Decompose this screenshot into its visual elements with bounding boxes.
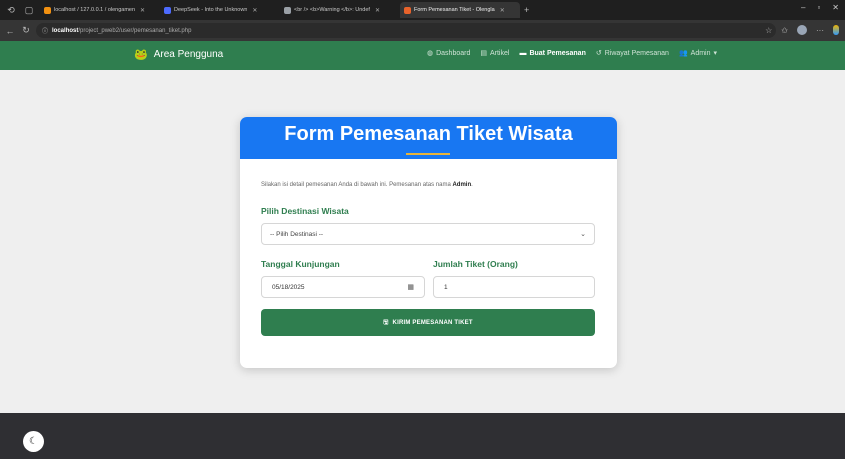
url-host: localhost	[52, 27, 79, 34]
booking-form-card: Form Pemesanan Tiket Wisata Silakan isi …	[240, 117, 617, 368]
submit-label: KIRIM PEMESANAN TIKET	[392, 319, 473, 326]
brand-label: Area Pengguna	[153, 49, 224, 60]
browser-tab[interactable]: Form Pemesanan Tiket - Olengla ✕	[400, 2, 520, 18]
maximize-icon[interactable]: ▫	[817, 3, 820, 12]
ticket-icon: ▬	[519, 49, 527, 57]
site-navbar: 🐸 Area Pengguna ◍ Dashboard ▤ Artikel ▬ Buat …	[0, 41, 845, 70]
favorites-icon[interactable]: ✩	[781, 26, 788, 35]
browser-menu-icon[interactable]: ⟲	[4, 3, 18, 17]
tab-overview-icon[interactable]: ▢	[22, 3, 36, 17]
calendar-icon[interactable]: ▦	[407, 283, 414, 291]
visit-date-input[interactable]: 05/18/2025 ▦	[261, 276, 425, 298]
intro-suffix: .	[471, 182, 473, 188]
gauge-icon: ◍	[427, 50, 434, 57]
save-icon: 🖫	[383, 319, 389, 326]
nav-item-admin[interactable]: 👥 Admin ▾	[678, 49, 718, 58]
browser-tab[interactable]: <br /> <b>Warning </b>: Undef ✕	[280, 2, 400, 18]
destination-label: Pilih Destinasi Wisata	[261, 206, 349, 216]
date-label: Tanggal Kunjungan	[261, 259, 340, 269]
nav-item-riwayat-pemesanan[interactable]: ↺ Riwayat Pemesanan	[595, 49, 669, 58]
bookmark-star-icon[interactable]: ☆	[765, 26, 772, 35]
url-path: /project_pweb2/user/pemesanan_tiket.php	[78, 27, 192, 34]
copilot-icon[interactable]	[833, 25, 839, 35]
reload-icon[interactable]: ↻	[20, 25, 32, 36]
close-window-icon[interactable]: ✕	[832, 3, 839, 12]
intro-prefix: Silakan isi detail pemesanan Anda di baw…	[261, 182, 453, 188]
chevron-down-icon: ⌄	[580, 231, 586, 238]
browser-tab[interactable]: DeepSeek - Into the Unknown ✕	[160, 2, 280, 18]
nav-item-label: Buat Pemesanan	[529, 49, 586, 57]
browser-tab-label: DeepSeek - Into the Unknown	[174, 7, 248, 13]
nav-item-label: Dashboard	[436, 49, 471, 57]
browser-tab-label: localhost / 127.0.0.1 / olengamen	[54, 7, 136, 13]
minimize-icon[interactable]: –	[801, 3, 805, 12]
moon-icon: ☾	[29, 436, 38, 447]
globe-icon	[284, 6, 291, 14]
site-footer: ☾	[0, 413, 845, 459]
new-tab-button[interactable]: +	[524, 5, 529, 15]
page-icon	[404, 6, 411, 14]
close-tab-icon[interactable]: ✕	[140, 7, 145, 14]
visit-date-value: 05/18/2025	[272, 283, 305, 291]
browser-address-bar: ← ↻ ⓘ localhost/project_pweb2/user/pemes…	[0, 20, 845, 41]
newspaper-icon: ▤	[480, 50, 487, 57]
nav-item-label: Admin	[690, 49, 711, 57]
destination-selected-value: -- Pilih Destinasi --	[270, 230, 324, 238]
caret-down-icon: ▾	[713, 50, 718, 57]
url-field[interactable]: ⓘ localhost/project_pweb2/user/pemesanan…	[36, 23, 776, 38]
browser-tab-label: Form Pemesanan Tiket - Olengla	[414, 7, 495, 13]
browser-tab[interactable]: localhost / 127.0.0.1 / olengamen ✕	[40, 2, 160, 18]
profile-avatar[interactable]	[797, 25, 807, 35]
submit-booking-button[interactable]: 🖫 KIRIM PEMESANAN TIKET	[261, 309, 595, 336]
phpmyadmin-icon	[44, 6, 51, 14]
dark-mode-toggle[interactable]: ☾	[23, 431, 44, 452]
user-icon: 👥	[678, 50, 688, 57]
history-icon: ↺	[595, 50, 602, 57]
nav-item-artikel[interactable]: ▤ Artikel	[480, 49, 510, 58]
main-content: Form Pemesanan Tiket Wisata Silakan isi …	[0, 70, 845, 413]
destination-select[interactable]: -- Pilih Destinasi -- ⌄	[261, 223, 595, 245]
card-header: Form Pemesanan Tiket Wisata	[240, 117, 617, 159]
nav-item-label: Artikel	[489, 49, 510, 57]
intro-user-name: Admin	[452, 182, 472, 188]
nav-item-label: Riwayat Pemesanan	[604, 49, 669, 57]
deepseek-icon	[164, 6, 171, 14]
title-underline	[406, 153, 450, 155]
more-menu-icon[interactable]: ···	[816, 26, 824, 35]
browser-tab-label: <br /> <b>Warning </b>: Undef	[294, 7, 370, 13]
page-title: Form Pemesanan Tiket Wisata	[284, 123, 573, 145]
nav-item-dashboard[interactable]: ◍ Dashboard	[427, 49, 471, 58]
brand[interactable]: 🐸 Area Pengguna	[134, 48, 223, 61]
back-icon[interactable]: ←	[4, 26, 16, 36]
close-tab-icon[interactable]: ✕	[375, 7, 380, 14]
ticket-qty-input[interactable]: 1	[433, 276, 595, 298]
close-tab-icon[interactable]: ✕	[500, 7, 505, 14]
logo-icon: 🐸	[134, 49, 148, 61]
qty-label: Jumlah Tiket (Orang)	[433, 259, 518, 269]
browser-tab-strip: ⟲ ▢ localhost / 127.0.0.1 / olengamen ✕ De…	[0, 0, 845, 20]
intro-text: Silakan isi detail pemesanan Anda di baw…	[261, 182, 473, 188]
nav-item-buat-pemesanan[interactable]: ▬ Buat Pemesanan	[519, 49, 585, 57]
nav-menu: ◍ Dashboard ▤ Artikel ▬ Buat Pemesanan ↺ Riwaya…	[427, 49, 718, 58]
close-tab-icon[interactable]: ✕	[252, 7, 257, 14]
site-info-icon[interactable]: ⓘ	[42, 26, 48, 35]
ticket-qty-value: 1	[444, 283, 448, 291]
